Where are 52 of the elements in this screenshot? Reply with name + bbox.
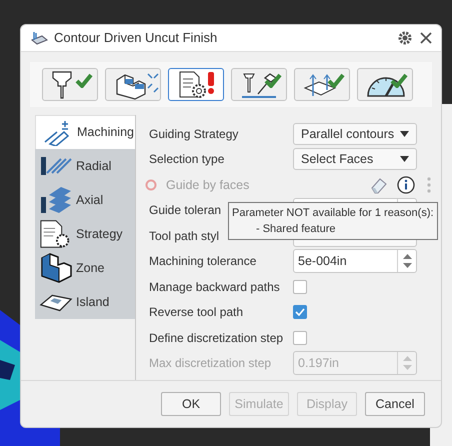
number-field[interactable]: 5e-004in [293,249,417,274]
tool-tab[interactable] [105,68,161,102]
info-icon[interactable] [397,176,415,194]
checkbox[interactable] [293,330,307,345]
field-label: Tool path styl [149,228,220,245]
tool-tab[interactable] [294,68,350,102]
tool-tab[interactable] [168,68,224,102]
checkbox[interactable] [293,280,307,294]
field-label: Manage backward paths [149,278,280,296]
field-label: Guide by faces [166,176,250,194]
field-label: Define discretization step [149,330,284,347]
close-icon[interactable] [420,32,432,44]
sidebar-item[interactable]: Machining [35,115,135,150]
spinner-arrows-icon [402,253,412,270]
field-label: Guiding Strategy [149,126,238,143]
tool-holder-icon [51,70,73,100]
field-label: Guide toleran [149,202,222,220]
field-label: Machining tolerance [149,253,256,270]
tooltip: Parameter NOT available for 1 reason(s): - Shared feature [228,202,438,240]
tool-tab[interactable] [231,68,287,102]
sidebar-item[interactable]: Strategy [35,217,135,252]
checkbox[interactable] [293,305,307,320]
check-icon [327,72,345,88]
dropdown[interactable]: Select Faces [293,148,417,170]
field-label: Max discretization step [149,355,272,372]
dropdown[interactable]: Parallel contours [293,122,417,145]
check-icon [295,308,305,316]
check-icon [390,72,408,88]
dialog-button[interactable]: Cancel [365,392,425,416]
axial-layers-icon [39,185,73,216]
sidebar-item[interactable]: Radial [35,149,135,184]
dropdown-arrow-icon [400,156,409,162]
window-title: Contour Driven Uncut Finish [54,29,218,48]
zigzag-path-icon [42,120,72,146]
tool-tab[interactable] [42,68,98,102]
spinner-arrows-icon [402,355,412,372]
tool-tab[interactable] [357,68,413,102]
field-label: Selection type [149,151,224,168]
sidebar-item[interactable]: Zone [35,251,135,286]
stepped-block-icon [39,252,73,284]
radial-passes-icon [39,155,73,178]
machine-icon [30,30,48,46]
sidebar-item[interactable]: Island [35,285,135,320]
warning-icon [207,72,215,94]
eraser-icon[interactable] [370,176,388,194]
sidebar-item[interactable]: Axial [35,183,135,218]
check-icon [264,72,282,88]
dialog-button[interactable]: OK [161,392,221,416]
check-icon [75,72,93,88]
dropdown-arrow-icon [400,130,409,137]
field-label: Reverse tool path [149,304,244,322]
settings-icon[interactable] [398,31,412,46]
